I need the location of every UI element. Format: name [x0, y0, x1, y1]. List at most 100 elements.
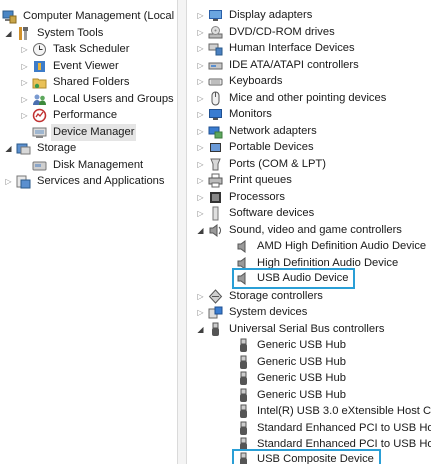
collapsed-arrow-icon[interactable]: ▷: [196, 205, 205, 222]
usb-icon: [236, 371, 251, 386]
tree-item-performance[interactable]: ▷ Performance: [20, 107, 119, 124]
collapsed-arrow-icon[interactable]: ▷: [196, 24, 205, 41]
printer-icon: [208, 173, 223, 188]
users-icon: [32, 92, 47, 107]
usb-icon: [236, 452, 251, 464]
collapsed-arrow-icon[interactable]: ▷: [196, 57, 205, 74]
device-category-software[interactable]: ▷ Software devices: [196, 205, 316, 222]
expanded-arrow-icon[interactable]: ◢: [196, 321, 205, 338]
dvd-drive-icon: [208, 25, 223, 40]
clock-icon: [32, 42, 47, 57]
tree-item-system-tools[interactable]: ◢ System Tools: [4, 25, 105, 42]
device-usb-audio[interactable]: USB Audio Device: [231, 268, 356, 289]
usb-icon: [236, 421, 251, 436]
tree-item-disk-management[interactable]: Disk Management: [32, 157, 145, 174]
collapsed-arrow-icon[interactable]: ▷: [196, 288, 205, 305]
usb-icon: [236, 355, 251, 370]
computer-management-icon: [2, 9, 17, 24]
portable-device-icon: [208, 140, 223, 155]
display-adapter-icon: [208, 8, 223, 23]
software-device-icon: [208, 206, 223, 221]
tree-item-local-users-groups[interactable]: ▷ Local Users and Groups: [20, 91, 176, 108]
event-viewer-icon: [32, 59, 47, 74]
device-category-system-devices[interactable]: ▷ System devices: [196, 304, 309, 321]
tree-item-services-applications[interactable]: ▷ Services and Applications: [4, 173, 167, 190]
usb-icon: [236, 437, 251, 452]
shared-folder-icon: [32, 75, 47, 90]
device-category-mice[interactable]: ▷ Mice and other pointing devices: [196, 90, 388, 107]
speaker-icon: [236, 239, 251, 254]
usb-icon: [236, 404, 251, 419]
device-category-monitors[interactable]: ▷ Monitors: [196, 106, 274, 123]
tree-item-storage[interactable]: ◢ Storage: [4, 140, 78, 157]
collapsed-arrow-icon[interactable]: ▷: [196, 40, 205, 57]
device-category-print-queues[interactable]: ▷ Print queues: [196, 172, 294, 189]
device-amd-audio[interactable]: AMD High Definition Audio Device: [236, 238, 428, 255]
tree-item-event-viewer[interactable]: ▷ Event Viewer: [20, 58, 121, 75]
collapsed-arrow-icon[interactable]: ▷: [20, 74, 29, 91]
tree-item-shared-folders[interactable]: ▷ Shared Folders: [20, 74, 132, 91]
device-category-usb-controllers[interactable]: ◢ Universal Serial Bus controllers: [196, 321, 386, 338]
tools-icon: [16, 26, 31, 41]
mouse-icon: [208, 91, 223, 106]
expanded-arrow-icon[interactable]: ◢: [196, 222, 205, 239]
device-category-processors[interactable]: ▷ Processors: [196, 189, 287, 206]
device-category-network[interactable]: ▷ Network adapters: [196, 123, 319, 140]
ide-controller-icon: [208, 58, 223, 73]
services-icon: [16, 174, 31, 189]
device-manager-icon: [32, 125, 47, 140]
system-device-icon: [208, 305, 223, 320]
device-category-storage-controllers[interactable]: ▷ Storage controllers: [196, 288, 325, 305]
usb-icon: [236, 338, 251, 353]
speaker-icon: [208, 223, 223, 238]
tree-item-task-scheduler[interactable]: ▷ Task Scheduler: [20, 41, 132, 58]
processor-icon: [208, 190, 223, 205]
collapsed-arrow-icon[interactable]: ▷: [196, 123, 205, 140]
device-category-hid[interactable]: ▷ Human Interface Devices: [196, 40, 357, 57]
collapsed-arrow-icon[interactable]: ▷: [4, 173, 13, 190]
device-category-ports[interactable]: ▷ Ports (COM & LPT): [196, 156, 328, 173]
device-usb-composite[interactable]: USB Composite Device: [232, 449, 381, 464]
storage-icon: [16, 141, 31, 156]
collapsed-arrow-icon[interactable]: ▷: [196, 73, 205, 90]
device-usb-hub[interactable]: Generic USB Hub: [236, 387, 348, 404]
expanded-arrow-icon[interactable]: ◢: [4, 140, 13, 157]
collapsed-arrow-icon[interactable]: ▷: [196, 172, 205, 189]
collapsed-arrow-icon[interactable]: ▷: [196, 139, 205, 156]
collapsed-arrow-icon[interactable]: ▷: [20, 91, 29, 108]
performance-icon: [32, 108, 47, 123]
device-usb-hub[interactable]: Generic USB Hub: [236, 354, 348, 371]
tree-item-device-manager[interactable]: Device Manager: [32, 124, 137, 141]
device-category-dvd-drives[interactable]: ▷ DVD/CD-ROM drives: [196, 24, 337, 41]
device-category-keyboards[interactable]: ▷ Keyboards: [196, 73, 285, 90]
device-usb-hub[interactable]: Generic USB Hub: [236, 337, 348, 354]
keyboard-icon: [208, 74, 223, 89]
collapsed-arrow-icon[interactable]: ▷: [196, 304, 205, 321]
collapsed-arrow-icon[interactable]: ▷: [20, 107, 29, 124]
pane-splitter[interactable]: [177, 0, 187, 464]
collapsed-arrow-icon[interactable]: ▷: [20, 41, 29, 58]
network-adapter-icon: [208, 124, 223, 139]
monitor-icon: [208, 107, 223, 122]
hid-icon: [208, 41, 223, 56]
device-ehci-controller[interactable]: Standard Enhanced PCI to USB Host Contro…: [236, 420, 431, 437]
console-tree-pane[interactable]: Computer Management (Local ◢ System Tool…: [0, 0, 177, 464]
device-tree-pane[interactable]: ▷ Display adapters ▷ DVD/CD-ROM drives ▷…: [187, 0, 431, 464]
tree-item-computer-management[interactable]: Computer Management (Local: [2, 8, 176, 25]
usb-icon: [208, 322, 223, 337]
device-category-display-adapters[interactable]: ▷ Display adapters: [196, 7, 314, 24]
collapsed-arrow-icon[interactable]: ▷: [20, 58, 29, 75]
collapsed-arrow-icon[interactable]: ▷: [196, 106, 205, 123]
device-category-sound[interactable]: ◢ Sound, video and game controllers: [196, 222, 404, 239]
speaker-icon: [236, 256, 251, 271]
device-usb-hub[interactable]: Generic USB Hub: [236, 370, 348, 387]
collapsed-arrow-icon[interactable]: ▷: [196, 7, 205, 24]
collapsed-arrow-icon[interactable]: ▷: [196, 189, 205, 206]
speaker-icon: [236, 271, 251, 286]
collapsed-arrow-icon[interactable]: ▷: [196, 156, 205, 173]
device-category-ide[interactable]: ▷ IDE ATA/ATAPI controllers: [196, 57, 361, 74]
collapsed-arrow-icon[interactable]: ▷: [196, 90, 205, 107]
expanded-arrow-icon[interactable]: ◢: [4, 25, 13, 42]
device-category-portable[interactable]: ▷ Portable Devices: [196, 139, 316, 156]
device-intel-usb3-controller[interactable]: Intel(R) USB 3.0 eXtensible Host Control…: [236, 403, 431, 420]
